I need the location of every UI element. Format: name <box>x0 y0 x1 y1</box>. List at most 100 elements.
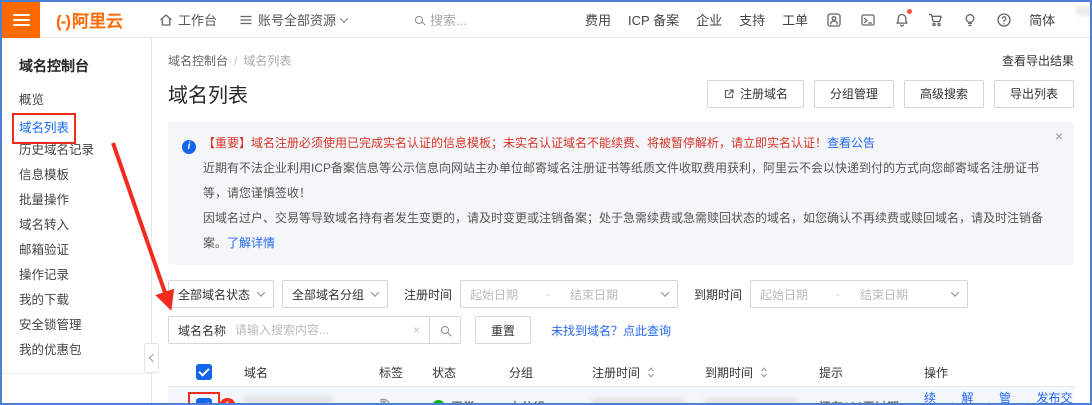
menu-support[interactable]: 支持 <box>739 10 765 29</box>
resource-scope-select[interactable]: 账号全部资源 <box>239 10 347 29</box>
locale-switch[interactable]: 简体 <box>1029 10 1055 29</box>
account-info: 王账号 <box>1076 6 1092 34</box>
sidebar: 域名控制台 概览 域名列表 历史域名记录 信息模板 批量操作 域名转入 邮箱验证… <box>2 38 152 403</box>
chevron-down-icon <box>661 288 669 296</box>
hamburger-menu-icon[interactable] <box>2 2 40 38</box>
renew-link[interactable]: 续费 <box>924 389 943 405</box>
sidebar-item-downloads[interactable]: 我的下载 <box>2 288 151 313</box>
header-tip: 提示 <box>819 364 924 381</box>
logo-bracket-icon: (-) <box>56 12 70 31</box>
table-header: 域名 标签 状态 分组 注册时间 到期时间 提示 操作 <box>168 358 1074 387</box>
dns-resolve-link[interactable]: 解析 <box>962 389 981 405</box>
aliyun-logo[interactable]: (-)阿里云 <box>56 7 123 32</box>
chevron-down-icon <box>371 288 379 296</box>
register-time-range-picker[interactable]: 起始日期 - 结束日期 <box>460 280 678 308</box>
domain-name-redacted <box>244 396 332 405</box>
cart-icon[interactable] <box>927 11 944 28</box>
cloud-shell-icon[interactable] <box>859 11 876 28</box>
sidebar-item-coupons[interactable]: 我的优惠包 <box>2 338 151 363</box>
menu-billing[interactable]: 费用 <box>585 10 611 29</box>
register-time-label: 注册时间 <box>404 286 452 303</box>
header-register-time[interactable]: 注册时间 <box>592 364 705 381</box>
group-management-button[interactable]: 分组管理 <box>814 80 894 108</box>
breadcrumb-console[interactable]: 域名控制台 <box>168 54 228 68</box>
breadcrumb: 域名控制台/域名列表 <box>168 52 291 69</box>
sidebar-divider <box>2 373 151 374</box>
help-icon[interactable] <box>995 11 1012 28</box>
sidebar-item-op-records[interactable]: 操作记录 <box>2 263 151 288</box>
header-group: 分组 <box>509 364 592 381</box>
sidebar-item-info-template[interactable]: 信息模板 <box>2 163 151 188</box>
home-icon <box>159 13 173 27</box>
info-icon: i <box>182 140 196 154</box>
header-status: 状态 <box>432 364 509 381</box>
app-center-icon[interactable] <box>825 11 842 28</box>
domain-cell[interactable] <box>230 394 379 405</box>
sort-icon[interactable] <box>647 367 655 378</box>
manage-link[interactable]: 管理 <box>999 389 1018 405</box>
lightbulb-icon[interactable] <box>961 11 978 28</box>
chevron-down-icon <box>340 14 348 22</box>
menu-enterprise[interactable]: 企业 <box>696 10 722 29</box>
export-list-button[interactable]: 导出列表 <box>994 80 1074 108</box>
header-expire-time[interactable]: 到期时间 <box>705 364 819 381</box>
sidebar-item-history[interactable]: 历史域名记录 <box>2 138 151 163</box>
global-search-input[interactable]: 搜索... <box>415 10 585 29</box>
select-all-checkbox[interactable] <box>196 364 212 380</box>
sidebar-collapse-handle[interactable] <box>144 343 159 373</box>
group-cell: 未分组 <box>509 398 592 405</box>
workbench-link[interactable]: 工作台 <box>159 10 217 29</box>
header-actions: 操作 <box>924 364 1074 381</box>
view-announcement-link[interactable]: 查看公告 <box>827 136 875 150</box>
status-text: 正常 <box>451 398 475 405</box>
expiry-tip: 还有188天过期 <box>819 398 924 405</box>
close-icon[interactable]: × <box>1055 129 1063 143</box>
domain-group-select[interactable]: 全部域名分组 <box>282 280 388 308</box>
table-row: 1 正常 未分组 还有188天过期 <box>168 387 1074 405</box>
domain-table: 域名 标签 状态 分组 注册时间 到期时间 提示 操作 <box>168 358 1074 405</box>
resource-list-icon <box>239 13 253 27</box>
expire-time-range-picker[interactable]: 起始日期 - 结束日期 <box>750 280 968 308</box>
publish-trade-link[interactable]: 发布交易 <box>1037 389 1074 405</box>
view-export-results-link[interactable]: 查看导出结果 <box>1002 52 1074 69</box>
clear-input-icon[interactable]: × <box>413 323 420 337</box>
domain-name-search-box: 域名名称 × <box>168 316 430 344</box>
notification-dot <box>907 9 912 14</box>
page-title: 域名列表 <box>168 79 248 108</box>
chevron-left-icon <box>148 354 156 362</box>
sidebar-title: 域名控制台 <box>2 56 151 76</box>
domain-not-found-link[interactable]: 未找到域名？点此查询 <box>551 322 671 339</box>
search-submit-button[interactable] <box>430 316 461 344</box>
sidebar-item-email-verify[interactable]: 邮箱验证 <box>2 238 151 263</box>
register-domain-button[interactable]: 注册域名 <box>707 80 804 108</box>
reset-button[interactable]: 重置 <box>475 316 531 344</box>
sidebar-item-batch-ops[interactable]: 批量操作 <box>2 188 151 213</box>
menu-icp[interactable]: ICP 备案 <box>628 10 679 29</box>
sidebar-item-overview[interactable]: 概览 <box>2 88 151 113</box>
tag-icon[interactable] <box>379 397 394 405</box>
workbench-label: 工作台 <box>178 10 217 29</box>
domain-status-select[interactable]: 全部域名状态 <box>168 280 274 308</box>
notification-bell-icon[interactable] <box>893 11 910 28</box>
row-actions: 续费 解析 管理 发布交易 <box>924 389 1074 405</box>
row-checkbox[interactable] <box>196 398 212 405</box>
learn-more-link[interactable]: 了解详情 <box>227 236 275 250</box>
menu-tickets[interactable]: 工单 <box>782 10 808 29</box>
notice-line-1: i【重要】域名注册必须使用已完成实名认证的信息模板；未实名认证域名不能续费、将被… <box>182 131 1044 156</box>
header-domain: 域名 <box>230 364 379 381</box>
external-link-icon <box>723 88 735 100</box>
search-placeholder: 搜索... <box>430 10 467 29</box>
sidebar-item-security-lock[interactable]: 安全锁管理 <box>2 313 151 338</box>
sidebar-item-domain-list[interactable]: 域名列表 <box>2 113 151 138</box>
topbar-right-menu: 费用 ICP 备案 企业 支持 工单 简体 <box>585 6 1092 34</box>
account-name-redacted <box>1076 6 1092 16</box>
advanced-search-button[interactable]: 高级搜索 <box>904 80 984 108</box>
domain-name-label: 域名名称 <box>178 322 226 339</box>
domain-search-input[interactable] <box>235 323 404 337</box>
aliyun-console-window: (-)阿里云 工作台 账号全部资源 搜索... 费用 ICP 备案 企业 支持 … <box>0 0 1092 405</box>
expire-time-label: 到期时间 <box>694 286 742 303</box>
sidebar-item-transfer-in[interactable]: 域名转入 <box>2 213 151 238</box>
header-tag: 标签 <box>379 364 432 381</box>
sort-icon[interactable] <box>760 367 768 378</box>
notice-line-3: 因域名过户、交易等导致域名持有者发生变更的，请及时变更或注销备案；处于急需续费或… <box>182 206 1044 256</box>
